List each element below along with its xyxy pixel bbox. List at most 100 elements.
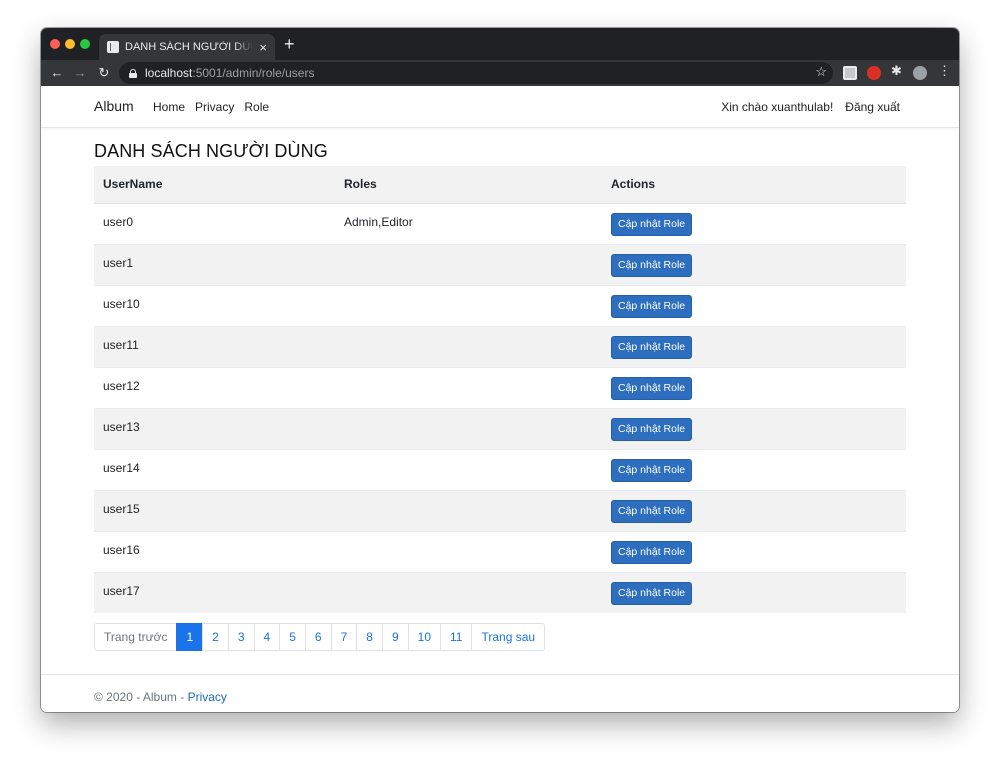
update-role-button[interactable]: Cập nhật Role [611,417,693,441]
puzzle-icon[interactable]: ✱ [891,64,905,78]
username-cell: user11 [94,325,335,367]
reload-icon[interactable]: ↻ [95,64,113,82]
username-cell: user10 [94,284,335,326]
table-row: user11 Cập nhật Role [94,325,906,367]
page-link-11[interactable]: 11 [440,623,473,651]
roles-cell [335,325,602,367]
url-text: localhost:5001/admin/role/users [145,66,314,80]
page-link-8[interactable]: 8 [356,623,383,651]
table-row: user15 Cập nhật Role [94,489,906,531]
column-header-actions: Actions [602,166,906,204]
actions-cell: Cập nhật Role [602,530,906,572]
roles-cell [335,530,602,572]
page-link-1[interactable]: 1 [176,623,204,651]
actions-cell: Cập nhật Role [602,407,906,449]
username-cell: user13 [94,407,335,449]
update-role-button[interactable]: Cập nhật Role [611,458,693,482]
actions-cell: Cập nhật Role [602,489,906,531]
url-host: localhost [145,66,193,80]
actions-cell: Cập nhật Role [602,366,906,408]
actions-cell: Cập nhật Role [602,571,906,613]
extension-icon[interactable] [867,66,881,80]
page-link-6[interactable]: 6 [304,623,332,651]
update-role-button[interactable]: Cập nhật Role [611,253,693,277]
page-link-9[interactable]: 9 [381,623,409,651]
profile-avatar[interactable] [913,66,927,80]
page-title: DANH SÁCH NGƯỜI DÙNG [94,141,328,161]
users-table: UserName Roles Actions user0 Admin,Edito… [94,166,906,613]
update-role-button[interactable]: Cập nhật Role [611,499,693,523]
username-cell: user12 [94,366,335,408]
table-row: user16 Cập nhật Role [94,530,906,572]
page-link-2[interactable]: 2 [202,623,229,651]
bookmark-star-icon[interactable]: ☆ [815,64,827,80]
update-role-button[interactable]: Cập nhật Role [611,335,693,359]
site-navbar: Album Home Privacy Role Xin chào xuanthu… [41,86,959,128]
table-row: user10 Cập nhật Role [94,284,906,326]
table-row: user17 Cập nhật Role [94,571,906,613]
roles-cell [335,448,602,490]
footer-privacy-link[interactable]: Privacy [188,690,227,704]
page-content: Album Home Privacy Role Xin chào xuanthu… [41,86,959,712]
page-link-10[interactable]: 10 [407,623,442,651]
back-icon[interactable]: ← [48,64,66,82]
username-cell: user14 [94,448,335,490]
forward-icon[interactable]: → [71,64,89,82]
browser-toolbar: ← → ↻ localhost:5001/admin/role/users ☆ … [41,60,959,86]
nav-links: Home Privacy Role [153,100,269,114]
page-icon [107,41,119,53]
table-row: user14 Cập nhật Role [94,448,906,490]
footer-text: © 2020 - Album - Privacy [94,690,227,704]
username-cell: user15 [94,489,335,531]
roles-cell [335,571,602,613]
page-link-4[interactable]: 4 [253,623,281,651]
tab-bar: DANH SÁCH NGƯỜI DÙNG - Album × + [41,28,959,60]
username-cell: user1 [94,243,335,285]
address-bar[interactable]: localhost:5001/admin/role/users ☆ [119,62,833,84]
actions-cell: Cập nhật Role [602,243,906,285]
brand-link[interactable]: Album [94,98,134,114]
url-path: :5001/admin/role/users [192,66,315,80]
close-window-button[interactable] [50,39,60,49]
close-tab-icon[interactable]: × [259,41,267,54]
minimize-window-button[interactable] [65,39,75,49]
next-page-button[interactable]: Trang sau [471,623,546,651]
maximize-window-button[interactable] [80,39,90,49]
new-tab-button[interactable]: + [284,34,295,54]
extension-icon[interactable] [843,66,857,80]
user-nav: Xin chào xuanthulab! Đăng xuất [721,100,900,114]
menu-icon[interactable]: ⋮ [938,64,952,78]
nav-link-role[interactable]: Role [244,100,269,114]
update-role-button[interactable]: Cập nhật Role [611,540,693,564]
page-link-3[interactable]: 3 [227,623,255,651]
site-footer: © 2020 - Album - Privacy [41,674,959,712]
update-role-button[interactable]: Cập nhật Role [611,376,693,400]
page-link-7[interactable]: 7 [330,623,358,651]
prev-page-button[interactable]: Trang trước [94,623,178,651]
column-header-username: UserName [94,166,335,204]
roles-cell [335,407,602,449]
lock-icon [129,68,137,78]
table-row: user1 Cập nhật Role [94,243,906,285]
update-role-button[interactable]: Cập nhật Role [611,294,693,318]
tab-title: DANH SÁCH NGƯỜI DÙNG - Album [125,41,253,53]
actions-cell: Cập nhật Role [602,284,906,326]
username-cell: user16 [94,530,335,572]
page-link-5[interactable]: 5 [279,623,306,651]
update-role-button[interactable]: Cập nhật Role [611,212,693,236]
username-cell: user17 [94,571,335,613]
roles-cell [335,366,602,408]
nav-link-home[interactable]: Home [153,100,185,114]
table-header-row: UserName Roles Actions [94,166,906,204]
roles-cell [335,243,602,285]
browser-tab[interactable]: DANH SÁCH NGƯỜI DÙNG - Album × [99,34,275,60]
table-row: user12 Cập nhật Role [94,366,906,408]
logout-link[interactable]: Đăng xuất [845,100,900,114]
update-role-button[interactable]: Cập nhật Role [611,581,693,605]
actions-cell: Cập nhật Role [602,448,906,490]
roles-cell [335,284,602,326]
copyright-text: © 2020 - Album - [94,690,188,704]
roles-cell: Admin,Editor [335,202,602,244]
greeting-link[interactable]: Xin chào xuanthulab! [721,100,833,114]
nav-link-privacy[interactable]: Privacy [195,100,234,114]
